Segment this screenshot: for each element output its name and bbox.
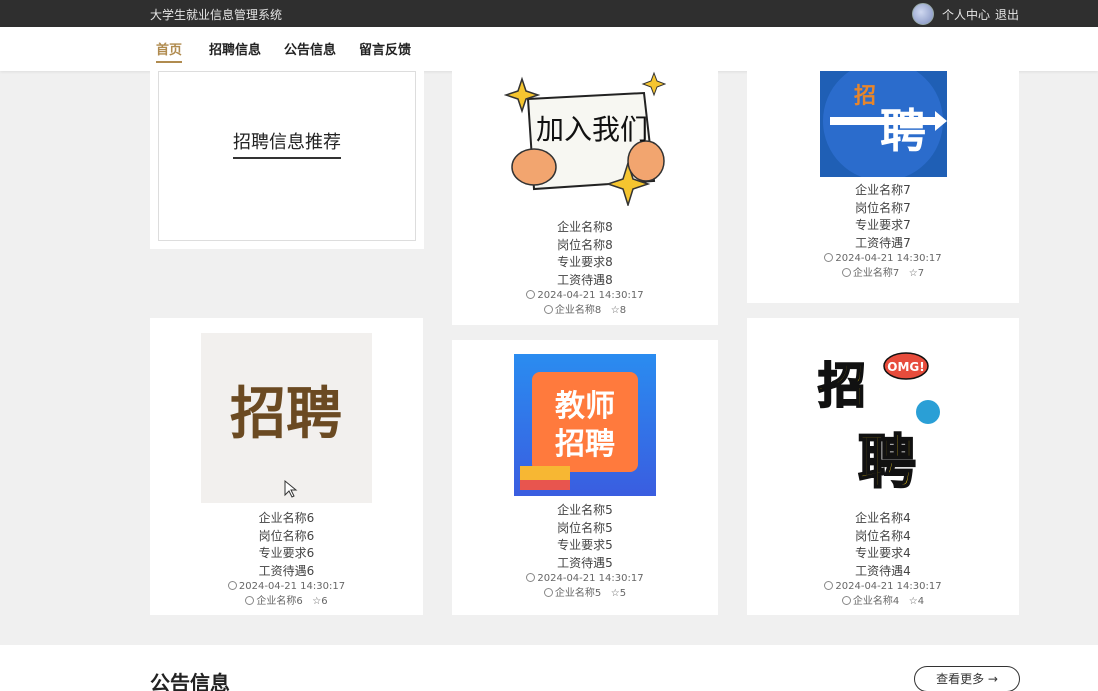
user-icon [543,305,553,314]
major-requirement: 专业要求8 [557,255,613,269]
star-icon: ☆ [908,596,918,607]
job-image: 招聘 [201,333,372,503]
user-icon [841,596,851,605]
major-requirement: 专业要求6 [258,546,315,560]
company-name: 企业名称6 [258,511,315,525]
nav-feedback[interactable]: 留言反馈 [359,39,411,58]
clock-icon [526,573,536,582]
recommend-card: 招聘信息推荐 [150,71,424,249]
publisher: 企业名称6 [256,596,303,607]
svg-text:聘: 聘 [858,428,916,496]
clock-icon [227,581,237,590]
nav-notices[interactable]: 公告信息 [284,39,336,58]
salary: 工资待遇8 [557,272,613,287]
clock-icon [526,290,536,299]
image-caption: 招聘 [230,382,342,447]
like-count: 8 [619,305,627,316]
notice-section: 公告信息 查看更多 → [0,645,1098,691]
job-card[interactable]: 加入我们 企业名称8 岗位名称8 专业要求8 工资待遇8 2024-04-21 … [452,71,718,325]
major-requirement: 专业要求7 [855,218,911,232]
publish-time: 2024-04-21 14:30:17 [537,290,644,301]
nav-home[interactable]: 首页 [156,39,183,63]
position-name: 岗位名称6 [258,528,315,543]
publisher: 企业名称8 [554,305,602,316]
star-icon: ☆ [908,268,918,279]
salary: 工资待遇6 [258,563,315,578]
recommend-frame: 招聘信息推荐 [158,71,416,241]
company-name: 企业名称7 [855,183,911,197]
position-name: 岗位名称7 [855,200,911,215]
user-icon [543,588,553,597]
salary: 工资待遇4 [855,563,911,578]
recommend-title: 招聘信息推荐 [159,128,415,159]
like-count: 7 [917,268,925,279]
image-caption: 加入我们 [536,113,648,146]
user-icon [245,596,255,605]
job-image: 加入我们 [504,71,666,206]
publish-time: 2024-04-21 14:30:17 [835,253,942,264]
publish-time: 2024-04-21 14:30:17 [537,573,644,584]
job-card[interactable]: 招 聘 企业名称7 岗位名称7 专业要求7 工资待遇7 2024-04-21 1… [747,71,1019,303]
like-count: 4 [917,596,925,607]
publisher: 企业名称4 [852,596,900,607]
app-title: 大学生就业信息管理系统 [150,8,283,22]
like-count: 5 [619,588,627,599]
job-image: 教师 招聘 [514,354,656,496]
job-image: 招 聘 OMG! [798,332,968,502]
view-more-button[interactable]: 查看更多 → [914,666,1020,691]
position-name: 岗位名称4 [855,528,911,543]
publisher: 企业名称7 [852,268,900,279]
main-nav: 首页 招聘信息 公告信息 留言反馈 [0,27,1098,71]
clock-icon [824,581,834,590]
job-card[interactable]: 教师 招聘 企业名称5 岗位名称5 专业要求5 工资待遇5 2024-04-21… [452,340,718,615]
nav-jobs[interactable]: 招聘信息 [209,39,261,58]
company-name: 企业名称4 [855,511,911,525]
major-requirement: 专业要求5 [557,538,613,552]
salary: 工资待遇5 [557,555,613,570]
user-center-link[interactable]: 个人中心 [942,6,990,23]
logout-link[interactable]: 退出 [995,6,1019,23]
user-icon [841,268,851,277]
salary: 工资待遇7 [855,235,911,250]
major-requirement: 专业要求4 [855,546,911,560]
star-icon: ☆ [610,588,620,599]
svg-text:OMG!: OMG! [887,360,924,374]
company-name: 企业名称5 [557,503,613,517]
svg-text:招: 招 [818,358,866,414]
svg-text:聘: 聘 [880,104,926,158]
like-count: 6 [321,596,328,607]
publish-time: 2024-04-21 14:30:17 [835,581,942,592]
job-card[interactable]: 招 聘 OMG! 企业名称4 岗位名称4 专业要求4 工资待遇4 2024-04… [747,318,1019,615]
notice-title: 公告信息 [150,671,230,691]
position-name: 岗位名称8 [557,237,613,252]
cursor-icon [284,479,298,498]
publish-time: 2024-04-21 14:30:17 [238,581,346,592]
position-name: 岗位名称5 [557,520,613,535]
svg-text:招聘: 招聘 [555,427,615,462]
company-name: 企业名称8 [557,220,613,234]
avatar[interactable] [912,3,934,25]
svg-text:教师: 教师 [555,389,615,424]
job-image: 招 聘 [820,71,947,177]
svg-text:招: 招 [854,84,876,109]
publisher: 企业名称5 [554,588,602,599]
job-card[interactable]: 招聘 企业名称6 岗位名称6 专业要求6 工资待遇6 2024-04-21 14… [150,318,423,615]
clock-icon [824,253,834,262]
top-bar: 大学生就业信息管理系统 个人中心 退出 [0,0,1098,27]
star-icon: ☆ [312,596,322,607]
star-icon: ☆ [610,305,620,316]
